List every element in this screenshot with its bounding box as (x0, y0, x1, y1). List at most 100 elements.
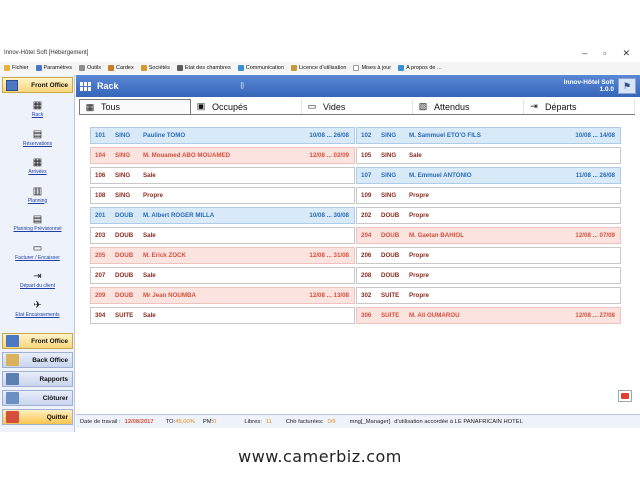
room-row[interactable]: 104 SING M. Mouamed ABO MOUAMED 12/08 ... 0… (90, 147, 355, 164)
room-row[interactable]: 207 DOUB Sale (90, 267, 355, 284)
room-row[interactable]: 107 SING M. Emmuel ANTONIO 11/08 ... 26/08 (356, 167, 621, 184)
menu-item-a-propos-de-[interactable]: A propos de ... (398, 65, 442, 71)
room-dates: 12/08 ... 07/09 (575, 232, 615, 239)
sidebar-item-departure[interactable]: ⇥ Départ du client (0, 270, 75, 299)
room-row[interactable]: 204 DOUB M. Gaetan BAHIOL 12/08 ... 07/09 (356, 227, 621, 244)
section-label: Quitter (46, 413, 68, 421)
billed-value: 0/9 (327, 418, 336, 425)
room-row[interactable]: 106 SING Sale (90, 167, 355, 184)
cardex-icon (108, 65, 115, 71)
section-close-day-button[interactable]: Clôturer (2, 390, 73, 406)
menu-item-outils[interactable]: Outils (78, 65, 101, 71)
to-value: 45,00% (175, 418, 195, 425)
room-type: SING (381, 152, 397, 159)
room-row[interactable]: 208 DOUB Propre (356, 267, 621, 284)
room-guest: Propre (409, 252, 429, 259)
arrivals-icon: ▦ (32, 157, 43, 168)
menu-item-label: Communication (245, 65, 284, 71)
room-guest: Propre (409, 272, 429, 279)
sidebar-item-forecast[interactable]: ▤ Planning Prévisionnel (0, 213, 75, 242)
tab-departures[interactable]: ⇥ Départs (524, 99, 635, 114)
sidebar-header[interactable]: Front Office (2, 77, 73, 93)
room-type: DOUB (115, 212, 134, 219)
room-row[interactable]: 209 DOUB Mr Jean NOUMBA 12/08 ... 13/08 (90, 287, 355, 304)
company-icon (140, 65, 147, 71)
section-back-office-button[interactable]: Back Office (2, 352, 73, 368)
room-guest: Propre (409, 292, 429, 299)
room-row[interactable]: 205 DOUB M. Erick ZOCK 12/08 ... 31/08 (90, 247, 355, 264)
room-number: 206 (361, 252, 372, 259)
rooms-column-left: 101 SING Pauline TOMO 10/08 ... 26/08 104 SIN… (90, 127, 355, 327)
menu-item-label: Etat des chambres (184, 65, 231, 71)
close-icon[interactable]: ✕ (622, 48, 630, 59)
departure-icon: ⇥ (33, 271, 42, 282)
menu-item-licence-d-utilisation[interactable]: Licence d'utilisation (290, 65, 346, 71)
room-guest: M. Erick ZOCK (143, 252, 186, 259)
print-button[interactable] (618, 390, 632, 402)
bed-icon (176, 65, 183, 71)
reservations-icon: ▤ (32, 128, 43, 140)
tab-occupied[interactable]: ▣ Occupés (191, 99, 302, 114)
tab-expected[interactable]: ▧ Attendus (413, 99, 524, 114)
maximize-icon[interactable]: ▫ (603, 48, 606, 59)
room-row[interactable]: 203 DOUB Sale (90, 227, 355, 244)
sidebar-item-planning[interactable]: ▥ Planning (0, 185, 75, 214)
room-row[interactable]: 306 SUITE M. Ali OUMAROU 12/08 ... 27/08 (356, 307, 621, 324)
room-row[interactable]: 108 SING Propre (90, 187, 355, 204)
tab-all[interactable]: ▦ Tous (79, 99, 191, 114)
sidebar-item-payments[interactable]: ✈ Etat Encaissements (0, 299, 75, 328)
menu-item-fichier[interactable]: Fichier (4, 65, 29, 71)
sidebar-item-reservations[interactable]: ▤ Réservations (0, 128, 75, 157)
room-number: 109 (361, 192, 372, 199)
room-row[interactable]: 109 SING Propre (356, 187, 621, 204)
back-office-icon (6, 354, 19, 366)
room-row[interactable]: 105 SING Sale (356, 147, 621, 164)
room-dates: 10/08 ... 26/08 (309, 132, 349, 139)
free-rooms-value: 11 (265, 418, 272, 425)
room-row[interactable]: 206 DOUB Propre (356, 247, 621, 264)
sidebar-item-arrivals[interactable]: ▦ Arrivées (0, 156, 75, 185)
minimize-icon[interactable]: – (582, 48, 587, 59)
room-number: 106 (95, 172, 106, 179)
room-type: SING (381, 132, 397, 139)
room-number: 205 (95, 252, 106, 259)
occupied-icon: ▣ (196, 101, 206, 111)
section-front-office-button[interactable]: Front Office (2, 333, 73, 349)
section-label: Back Office (32, 356, 68, 364)
room-row[interactable]: 101 SING Pauline TOMO 10/08 ... 26/08 (90, 127, 355, 144)
menu-item-etat-des-chambres[interactable]: Etat des chambres (176, 65, 231, 71)
menu-item-label: A propos de ... (406, 65, 442, 71)
front-office-icon (6, 335, 19, 347)
room-row[interactable]: 202 DOUB Propre (356, 207, 621, 224)
sidebar-item-label: Réservations (22, 140, 53, 147)
window-titlebar: Innov-Hôtel Soft [Hébergement] – ▫ ✕ (0, 44, 640, 62)
section-reports-button[interactable]: Rapports (2, 371, 73, 387)
menu-item-communication[interactable]: Communication (237, 65, 284, 71)
work-date-value: 12/08/2017 (124, 418, 154, 425)
user-label: mng[_Manager] (349, 418, 391, 425)
room-row[interactable]: 304 SUITE Sale (90, 307, 355, 324)
sidebar: Front Office ▦ Rack ▤ Réservations ▦ Arrivées… (0, 75, 75, 432)
sidebar-item-invoice[interactable]: ▭ Facturer / Encaisser (0, 242, 75, 271)
room-row[interactable]: 302 SUITE Propre (356, 287, 621, 304)
section-label: Clôturer (42, 394, 68, 402)
front-office-icon (6, 79, 18, 91)
menu-item-mises-jour[interactable]: Mises à jour (353, 65, 391, 71)
rack-title: Rack (97, 81, 119, 91)
room-type: DOUB (115, 252, 134, 259)
room-guest: M. Ali OUMAROU (409, 312, 460, 319)
update-icon (353, 65, 360, 71)
menu-item-param-tres[interactable]: Paramètres (35, 65, 72, 71)
menu-item-cardex[interactable]: Cardex (108, 65, 134, 71)
folder-icon (4, 65, 10, 71)
room-row[interactable]: 201 DOUB M. Albert ROGER MILLA 10/08 ... 30… (90, 207, 355, 224)
room-number: 208 (361, 272, 372, 279)
section-quit-button[interactable]: Quitter (2, 409, 73, 425)
tab-empty-bed[interactable]: ▭ Vides (302, 99, 413, 114)
tab-label: Vides (323, 101, 346, 112)
room-type: SUITE (115, 312, 134, 319)
menu-item-soci-t-s[interactable]: Sociétés (140, 65, 170, 71)
sidebar-item-rack[interactable]: ▦ Rack (0, 99, 75, 128)
wrench-icon (78, 65, 85, 71)
room-row[interactable]: 102 SING M. Sammuel ETO'O FILS 10/08 ... 14… (356, 127, 621, 144)
